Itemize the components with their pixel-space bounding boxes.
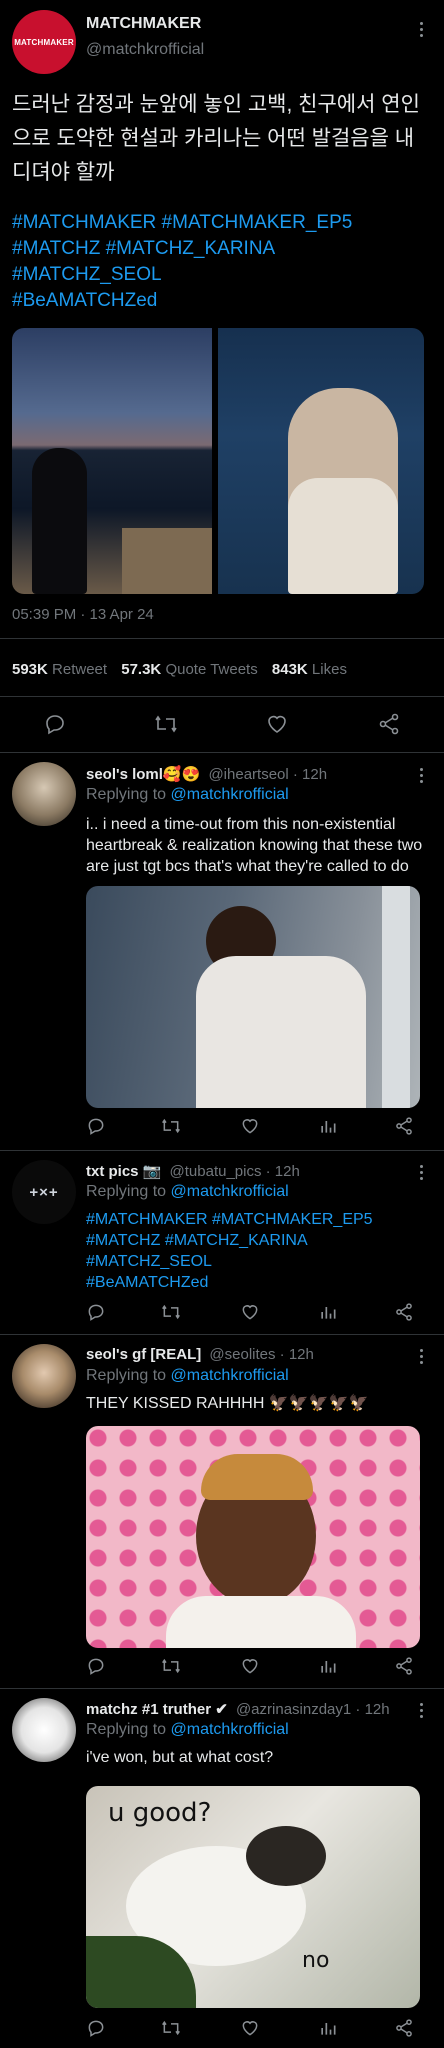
reply-image[interactable] bbox=[86, 1426, 420, 1648]
timestamp: 05:39 PM · 13 Apr 24 bbox=[12, 606, 154, 623]
replying-to-handle[interactable]: @matchkrofficial bbox=[171, 786, 289, 803]
replying-to-label: Replying to bbox=[86, 1183, 167, 1200]
analytics-icon[interactable] bbox=[318, 2018, 338, 2038]
more-options-icon[interactable] bbox=[420, 1703, 424, 1721]
retweet-icon[interactable] bbox=[160, 1302, 182, 1322]
reply-text: THEY KISSED RAHHHH 🦅🦅🦅🦅🦅 bbox=[86, 1395, 369, 1412]
account-name[interactable]: MATCHMAKER bbox=[86, 15, 201, 33]
quote-count[interactable]: 57.3K Quote Tweets bbox=[121, 661, 257, 678]
meme-caption-top: u good? bbox=[108, 1798, 212, 1828]
hashtag-line[interactable]: #BeAMATCHZed bbox=[12, 288, 352, 314]
share-icon[interactable] bbox=[394, 1302, 414, 1322]
reply-image[interactable] bbox=[86, 886, 420, 1108]
reply-text: i've won, but at what cost? bbox=[86, 1749, 274, 1766]
retweet-icon[interactable] bbox=[153, 712, 179, 736]
meme-caption-bottom: no bbox=[302, 1948, 330, 1973]
like-icon[interactable] bbox=[240, 1116, 260, 1136]
like-icon[interactable] bbox=[265, 712, 289, 736]
account-avatar[interactable]: MATCHMAKER bbox=[12, 10, 76, 74]
hashtag-line[interactable]: #BeAMATCHZed bbox=[86, 1272, 373, 1293]
share-icon[interactable] bbox=[377, 712, 401, 736]
author-meta[interactable]: @iheartseol · 12h bbox=[208, 766, 327, 783]
avatar[interactable] bbox=[12, 1344, 76, 1408]
like-icon[interactable] bbox=[240, 1656, 260, 1676]
avatar-logo-text: +×+ bbox=[29, 1183, 59, 1201]
avatar-logo-text: MATCHMAKER bbox=[14, 37, 74, 47]
like-icon[interactable] bbox=[240, 2018, 260, 2038]
more-options-icon[interactable] bbox=[420, 768, 424, 786]
author-name[interactable]: seol's loml🥰😍 bbox=[86, 766, 200, 783]
stats-bar: 593K Retweet 57.3K Quote Tweets 843K Lik… bbox=[12, 661, 347, 678]
reply-icon[interactable] bbox=[86, 1116, 106, 1136]
tweet-photo-right[interactable] bbox=[218, 328, 424, 594]
hashtags[interactable]: #MATCHMAKER #MATCHMAKER_EP5 #MATCHZ #MAT… bbox=[12, 210, 352, 314]
replying-to-label: Replying to bbox=[86, 1367, 167, 1384]
more-options-icon[interactable] bbox=[420, 1349, 424, 1367]
replying-to-handle[interactable]: @matchkrofficial bbox=[171, 1183, 289, 1200]
more-options-icon[interactable] bbox=[420, 1165, 424, 1183]
hashtag-line[interactable]: #MATCHZ_SEOL bbox=[86, 1251, 373, 1272]
author-meta[interactable]: @azrinasinzday1 · 12h bbox=[236, 1701, 390, 1718]
hashtag-line[interactable]: #MATCHZ_SEOL bbox=[12, 262, 352, 288]
reply-icon[interactable] bbox=[86, 1302, 106, 1322]
hashtags[interactable]: #MATCHMAKER #MATCHMAKER_EP5 #MATCHZ #MAT… bbox=[86, 1209, 373, 1293]
reply-icon[interactable] bbox=[43, 712, 67, 736]
tweet-photo-left[interactable] bbox=[12, 328, 212, 594]
tweet-text: 드러난 감정과 눈앞에 놓인 고백, 친구에서 연인으로 도약한 현설과 카리나… bbox=[12, 93, 420, 184]
author-name[interactable]: matchz #1 truther ✔ bbox=[86, 1701, 228, 1718]
hashtag-line[interactable]: #MATCHMAKER #MATCHMAKER_EP5 bbox=[12, 210, 352, 236]
analytics-icon[interactable] bbox=[318, 1302, 338, 1322]
hashtag-line[interactable]: #MATCHZ #MATCHZ_KARINA bbox=[86, 1230, 373, 1251]
replying-to-label: Replying to bbox=[86, 786, 167, 803]
analytics-icon[interactable] bbox=[318, 1116, 338, 1136]
retweet-count[interactable]: 593K Retweet bbox=[12, 661, 107, 678]
author-meta[interactable]: @seolites · 12h bbox=[209, 1346, 313, 1363]
replying-to-label: Replying to bbox=[86, 1721, 167, 1738]
hashtag-line[interactable]: #MATCHZ #MATCHZ_KARINA bbox=[12, 236, 352, 262]
replying-to-handle[interactable]: @matchkrofficial bbox=[171, 1367, 289, 1384]
account-handle[interactable]: @matchkrofficial bbox=[86, 41, 204, 59]
reply-image[interactable]: u good? no bbox=[86, 1786, 420, 2008]
share-icon[interactable] bbox=[394, 1116, 414, 1136]
replying-to-handle[interactable]: @matchkrofficial bbox=[171, 1721, 289, 1738]
avatar[interactable] bbox=[12, 1698, 76, 1762]
reply-text: i.. i need a time-out from this non-exis… bbox=[86, 816, 423, 875]
retweet-icon[interactable] bbox=[160, 1116, 182, 1136]
author-name[interactable]: txt pics 📷 bbox=[86, 1163, 161, 1180]
share-icon[interactable] bbox=[394, 2018, 414, 2038]
reply-icon[interactable] bbox=[86, 2018, 106, 2038]
retweet-icon[interactable] bbox=[160, 1656, 182, 1676]
reply-icon[interactable] bbox=[86, 1656, 106, 1676]
retweet-icon[interactable] bbox=[160, 2018, 182, 2038]
analytics-icon[interactable] bbox=[318, 1656, 338, 1676]
hashtag-line[interactable]: #MATCHMAKER #MATCHMAKER_EP5 bbox=[86, 1209, 373, 1230]
more-options-icon[interactable] bbox=[420, 22, 424, 40]
like-count[interactable]: 843K Likes bbox=[272, 661, 347, 678]
share-icon[interactable] bbox=[394, 1656, 414, 1676]
avatar[interactable] bbox=[12, 762, 76, 826]
like-icon[interactable] bbox=[240, 1302, 260, 1322]
author-name[interactable]: seol's gf [REAL] bbox=[86, 1346, 201, 1363]
avatar[interactable]: +×+ bbox=[12, 1160, 76, 1224]
author-meta[interactable]: @tubatu_pics · 12h bbox=[170, 1163, 300, 1180]
